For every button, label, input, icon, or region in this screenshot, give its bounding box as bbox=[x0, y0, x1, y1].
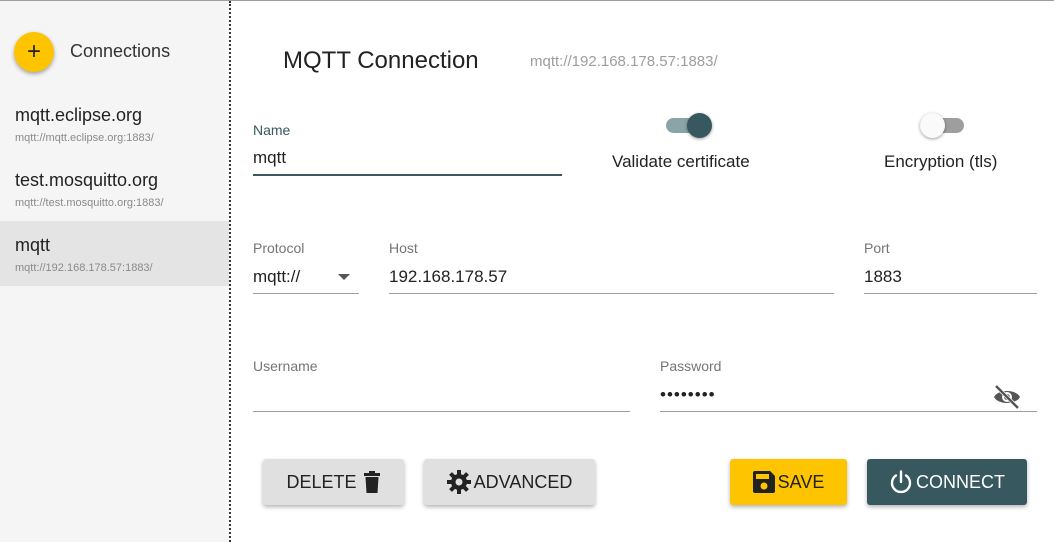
plus-icon: + bbox=[26, 38, 41, 65]
password-input[interactable] bbox=[660, 382, 1037, 412]
sidebar: + Connections mqtt.eclipse.org mqtt://mq… bbox=[0, 1, 229, 542]
gear-icon bbox=[446, 470, 471, 494]
encryption-label: Encryption (tls) bbox=[884, 152, 998, 171]
connection-name: test.mosquitto.org bbox=[15, 170, 159, 190]
eye-off-icon[interactable] bbox=[992, 384, 1022, 410]
toggle-thumb bbox=[687, 113, 712, 138]
name-input[interactable] bbox=[253, 146, 562, 176]
sidebar-item-mqtt[interactable]: mqtt mqtt://192.168.178.57:1883/ bbox=[0, 221, 229, 286]
host-input[interactable] bbox=[389, 264, 834, 294]
floppy-icon bbox=[752, 471, 775, 493]
connection-name: mqtt bbox=[15, 235, 51, 255]
connection-url: mqtt://test.mosquitto.org:1883/ bbox=[15, 197, 164, 209]
connect-button-label: CONNECT bbox=[916, 471, 1005, 492]
username-input[interactable] bbox=[253, 382, 630, 412]
protocol-label: Protocol bbox=[253, 240, 305, 256]
save-button-label: SAVE bbox=[777, 471, 825, 492]
port-input[interactable] bbox=[864, 264, 1037, 294]
sidebar-item-mqtt-eclipse[interactable]: mqtt.eclipse.org mqtt://mqtt.eclipse.org… bbox=[0, 91, 229, 156]
sidebar-item-test-mosquitto[interactable]: test.mosquitto.org mqtt://test.mosquitto… bbox=[0, 156, 229, 221]
encryption-toggle[interactable] bbox=[920, 112, 966, 138]
name-label: Name bbox=[253, 122, 291, 138]
toggle-thumb bbox=[920, 113, 945, 138]
trash-icon bbox=[363, 471, 381, 493]
password-label: Password bbox=[660, 358, 722, 374]
page-title: MQTT Connection bbox=[283, 47, 479, 74]
chevron-down-icon[interactable] bbox=[338, 274, 350, 280]
advanced-button[interactable]: ADVANCED bbox=[424, 459, 595, 505]
delete-button[interactable]: DELETE bbox=[263, 459, 404, 505]
connection-url: mqtt://192.168.178.57:1883/ bbox=[15, 262, 153, 274]
add-connection-button[interactable]: + bbox=[14, 32, 54, 72]
validate-certificate-label: Validate certificate bbox=[612, 152, 750, 171]
validate-certificate-toggle[interactable] bbox=[666, 112, 712, 138]
sidebar-title: Connections bbox=[70, 41, 171, 61]
connection-url: mqtt://mqtt.eclipse.org:1883/ bbox=[15, 132, 154, 144]
sidebar-divider[interactable] bbox=[229, 1, 231, 542]
delete-button-label: DELETE bbox=[286, 471, 357, 492]
save-button[interactable]: SAVE bbox=[730, 459, 847, 505]
connection-url-preview: mqtt://192.168.178.57:1883/ bbox=[530, 53, 718, 70]
port-label: Port bbox=[864, 240, 890, 256]
username-label: Username bbox=[253, 358, 318, 374]
connect-button[interactable]: CONNECT bbox=[867, 459, 1027, 505]
connection-name: mqtt.eclipse.org bbox=[15, 105, 143, 125]
power-icon bbox=[889, 470, 913, 494]
advanced-button-label: ADVANCED bbox=[473, 471, 573, 492]
host-label: Host bbox=[389, 240, 418, 256]
